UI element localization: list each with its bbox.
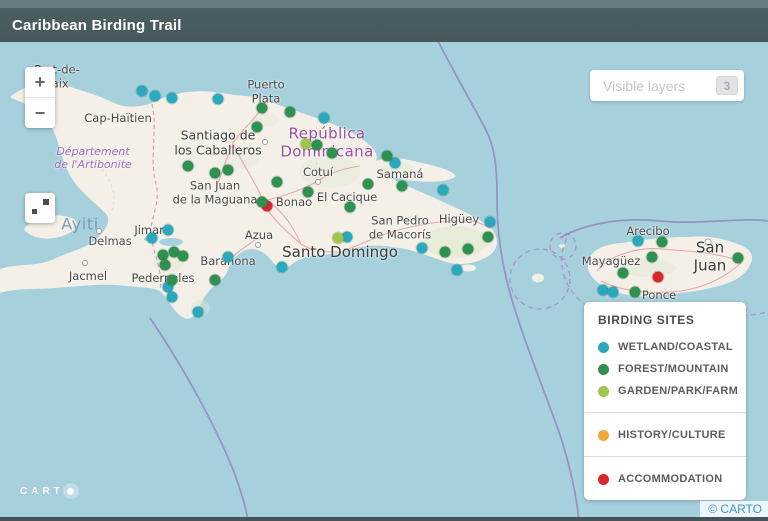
marker-forest[interactable] <box>252 122 263 133</box>
accommodation-dot-icon <box>598 474 609 485</box>
legend-group: ACCOMMODATION <box>584 456 746 500</box>
legend-group: HISTORY/CULTURE <box>584 412 746 456</box>
marker-forest[interactable] <box>285 107 296 118</box>
marker-forest[interactable] <box>733 253 744 264</box>
marker-forest[interactable] <box>257 197 268 208</box>
marker-forest[interactable] <box>178 251 189 262</box>
history-dot-icon <box>598 430 609 441</box>
marker-forest[interactable] <box>167 275 178 286</box>
legend-item-wetland: WETLAND/COASTAL <box>598 336 732 358</box>
visible-layers-control[interactable]: Visible layers 3 <box>590 70 744 101</box>
marker-forest[interactable] <box>630 287 641 298</box>
marker-forest[interactable] <box>363 179 374 190</box>
marker-forest[interactable] <box>345 202 356 213</box>
marker-forest[interactable] <box>210 168 221 179</box>
visible-layers-label: Visible layers <box>603 78 716 94</box>
marker-forest[interactable] <box>618 268 629 279</box>
legend-group: BIRDING SITES WETLAND/COASTAL FOREST/MOUNT… <box>584 302 746 412</box>
marker-forest[interactable] <box>382 151 393 162</box>
square-icon <box>32 209 37 214</box>
legend-panel: BIRDING SITES WETLAND/COASTAL FOREST/MOUNT… <box>584 302 746 500</box>
marker-forest[interactable] <box>647 252 658 263</box>
zoom-control: + − <box>25 67 55 128</box>
square-icon <box>43 199 49 205</box>
carto-logo-o-icon <box>63 483 79 499</box>
marker-wetland[interactable] <box>608 287 619 298</box>
marker-wetland[interactable] <box>485 217 496 228</box>
marker-forest[interactable] <box>223 165 234 176</box>
legend-item-label: WETLAND/COASTAL <box>618 341 733 353</box>
marker-forest[interactable] <box>440 247 451 258</box>
marker-wetland[interactable] <box>417 243 428 254</box>
marker-wetland[interactable] <box>438 185 449 196</box>
marker-forest[interactable] <box>210 275 221 286</box>
zoom-out-button[interactable]: − <box>25 98 55 128</box>
marker-wetland[interactable] <box>223 252 234 263</box>
legend-title: BIRDING SITES <box>598 313 732 327</box>
marker-forest[interactable] <box>312 140 323 151</box>
marker-wetland[interactable] <box>150 91 161 102</box>
legend-item-label: ACCOMMODATION <box>618 473 723 485</box>
legend-item-history: HISTORY/CULTURE <box>598 424 732 446</box>
page-title: Caribbean Birding Trail <box>12 17 182 34</box>
carto-attribution-link[interactable]: © CARTO <box>700 501 768 517</box>
wetland-dot-icon <box>598 342 609 353</box>
marker-wetland[interactable] <box>163 225 174 236</box>
garden-dot-icon <box>598 386 609 397</box>
marker-forest[interactable] <box>183 161 194 172</box>
marker-forest[interactable] <box>463 244 474 255</box>
zoom-in-button[interactable]: + <box>25 67 55 98</box>
marker-forest[interactable] <box>160 260 171 271</box>
marker-wetland[interactable] <box>147 233 158 244</box>
legend-item-garden: GARDEN/PARK/FARM <box>598 380 732 402</box>
legend-item-label: HISTORY/CULTURE <box>618 429 726 441</box>
legend-item-label: GARDEN/PARK/FARM <box>618 385 738 397</box>
marker-accommodation[interactable] <box>653 272 664 283</box>
legend-item-forest: FOREST/MOUNTAIN <box>598 358 732 380</box>
marker-wetland[interactable] <box>633 236 644 247</box>
marker-wetland[interactable] <box>167 93 178 104</box>
header-bar: Caribbean Birding Trail <box>0 0 768 42</box>
marker-forest[interactable] <box>657 237 668 248</box>
forest-dot-icon <box>598 364 609 375</box>
marker-wetland[interactable] <box>277 262 288 273</box>
marker-garden[interactable] <box>333 233 344 244</box>
marker-wetland[interactable] <box>452 265 463 276</box>
visible-layers-count-badge: 3 <box>716 76 738 95</box>
marker-wetland[interactable] <box>167 292 178 303</box>
carto-logo-text: CART <box>20 486 64 497</box>
marker-forest[interactable] <box>303 187 314 198</box>
carto-logo[interactable]: CART <box>20 483 79 499</box>
legend-item-label: FOREST/MOUNTAIN <box>618 363 729 375</box>
map-app: Port-de- PaixCap-HaïtienDépartement de l… <box>0 0 768 521</box>
marker-wetland[interactable] <box>319 113 330 124</box>
marker-forest[interactable] <box>397 181 408 192</box>
bottom-strip <box>0 517 768 521</box>
marker-forest[interactable] <box>483 232 494 243</box>
legend-item-accommodation: ACCOMMODATION <box>598 468 732 490</box>
marker-wetland[interactable] <box>213 94 224 105</box>
marker-forest[interactable] <box>257 103 268 114</box>
marker-garden[interactable] <box>301 139 312 150</box>
marker-forest[interactable] <box>327 148 338 159</box>
layer-toggle-button[interactable] <box>25 193 55 223</box>
marker-wetland[interactable] <box>137 86 148 97</box>
marker-forest[interactable] <box>272 177 283 188</box>
marker-wetland[interactable] <box>193 307 204 318</box>
